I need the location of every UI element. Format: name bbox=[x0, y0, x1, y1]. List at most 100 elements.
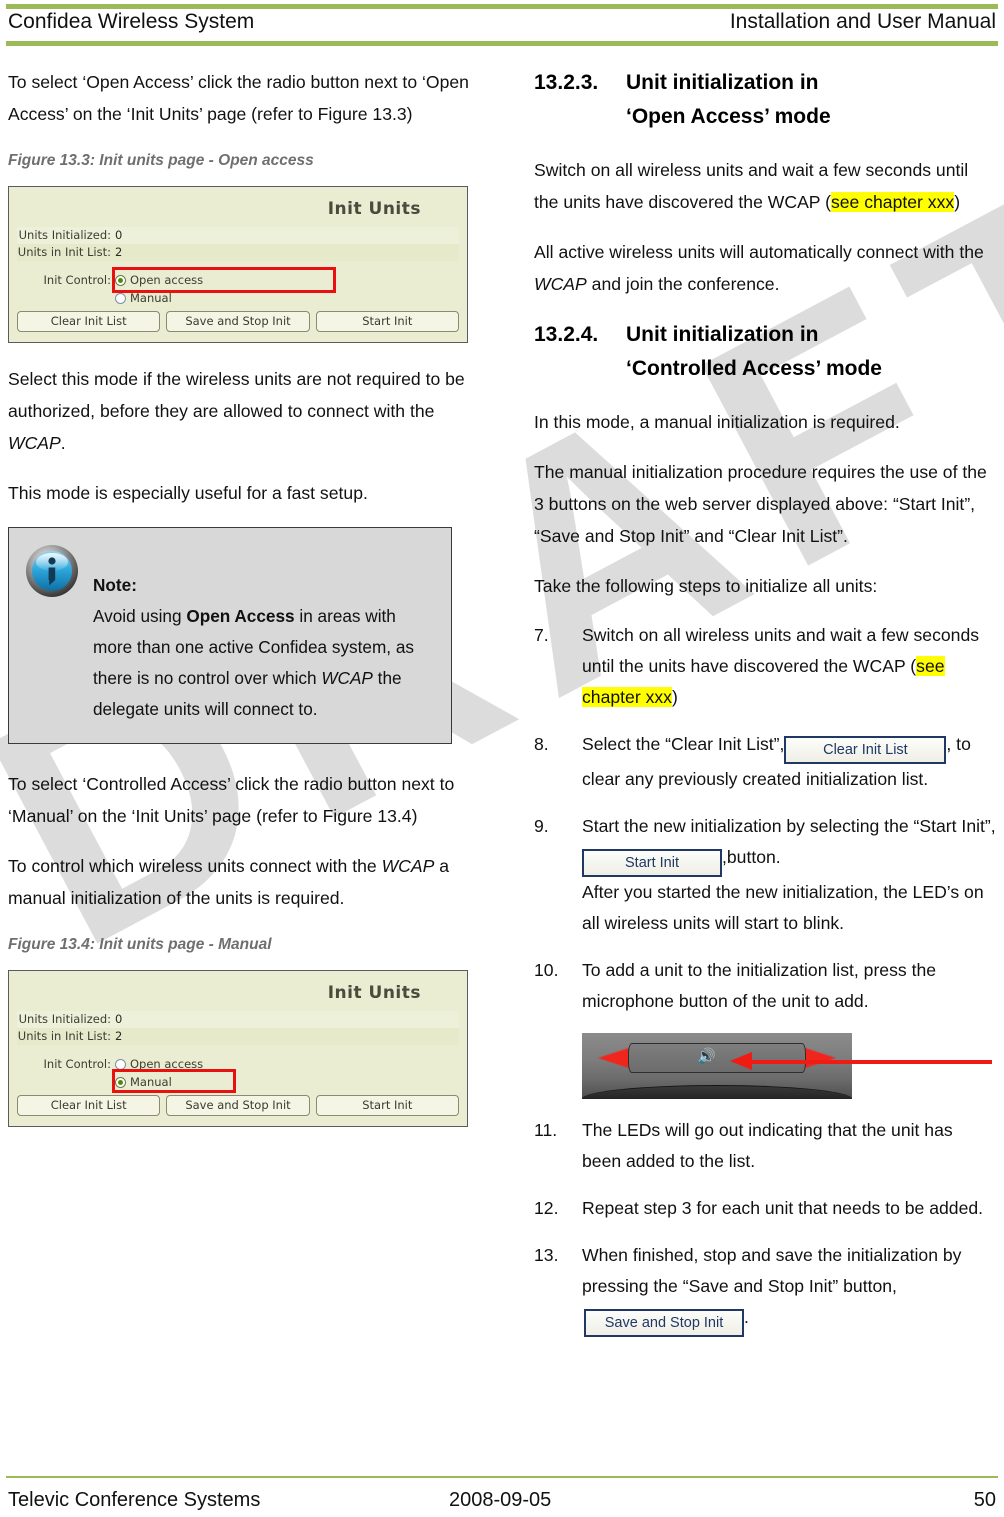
radio-manual-1[interactable]: Manual bbox=[115, 289, 459, 307]
init-control-row-1: Init Control: Open access Manual bbox=[17, 267, 459, 307]
footer-date: 2008-09-05 bbox=[449, 1489, 552, 1511]
figure-init-units-open-access: Init Units Units Initialized: 0 Units in… bbox=[8, 186, 468, 343]
microphone-button-panel bbox=[628, 1043, 806, 1073]
para-manual-procedure: The manual initialization procedure requ… bbox=[534, 462, 987, 546]
radio-button-icon-manual-2[interactable] bbox=[115, 1076, 126, 1088]
note-text-a: Avoid using bbox=[93, 606, 187, 626]
footer-company: Televic Conference Systems bbox=[8, 1489, 261, 1511]
radio-label-open-access-1: Open access bbox=[130, 273, 204, 287]
para-control-part-a: To control which wireless units connect … bbox=[8, 856, 382, 876]
radio-button-icon-manual-1[interactable] bbox=[115, 292, 126, 304]
note-text-wcap: WCAP bbox=[321, 668, 373, 688]
callout-arrow-icon bbox=[730, 1052, 992, 1070]
para-all-active-part-a: All active wireless units will automatic… bbox=[534, 242, 984, 262]
note-text: Avoid using Open Access in areas with mo… bbox=[93, 601, 435, 725]
heading-13-2-3-line2: ‘Open Access’ mode bbox=[626, 105, 831, 128]
callout-arrow-shaft bbox=[748, 1060, 992, 1064]
step-9-text-b: ,button. bbox=[722, 847, 781, 867]
heading-13-2-4-line2: ‘Controlled Access’ mode bbox=[626, 357, 882, 380]
list-item: 8. Select the “Clear Init List”, Clear In… bbox=[534, 729, 996, 795]
step-11-content: The LEDs will go out indicating that the… bbox=[582, 1120, 953, 1171]
step-7-text-b: ) bbox=[671, 687, 678, 707]
units-initialized-value-1: 0 bbox=[115, 228, 123, 242]
info-icon bbox=[25, 542, 83, 725]
inline-start-init-button[interactable]: Start Init bbox=[582, 849, 722, 877]
list-item: 12. Repeat step 3 for each unit that nee… bbox=[534, 1193, 996, 1224]
radio-open-access-1[interactable]: Open access bbox=[115, 271, 459, 289]
para-select-this-mode: Select this mode if the wireless units a… bbox=[8, 363, 478, 459]
radio-button-icon-open-access-1[interactable] bbox=[115, 274, 126, 286]
initialization-steps-list-continued: 11. The LEDs will go out indicating that… bbox=[534, 1115, 996, 1337]
para-all-active-part-b: and join the conference. bbox=[586, 274, 780, 294]
init-control-options-1: Open access Manual bbox=[112, 267, 459, 307]
para-control-which-units: To control which wireless units connect … bbox=[8, 850, 478, 914]
para-all-active-units: All active wireless units will automatic… bbox=[534, 236, 996, 300]
caption-figure-13-3: Figure 13.3: Init units page - Open acce… bbox=[8, 152, 314, 169]
note-text-open-access: Open Access bbox=[186, 606, 295, 626]
save-and-stop-init-button-2[interactable]: Save and Stop Init bbox=[166, 1095, 310, 1116]
init-units-button-row-1: Clear Init List Save and Stop Init Start… bbox=[17, 311, 459, 332]
para-all-active-wcap: WCAP bbox=[534, 274, 587, 294]
step-12-content: Repeat step 3 for each unit that needs t… bbox=[582, 1198, 984, 1218]
para-switch-on-highlight: see chapter xxx bbox=[830, 192, 955, 212]
radio-open-access-2[interactable]: Open access bbox=[115, 1055, 459, 1073]
step-8-text-a: Select the “Clear Init List”, bbox=[582, 734, 785, 754]
init-units-title-1: Init Units bbox=[327, 199, 421, 219]
heading-13-2-3-number: 13.2.3. bbox=[534, 71, 599, 94]
step-8-content: Select the “Clear Init List”, Clear Init … bbox=[582, 729, 996, 795]
units-in-init-list-value-2: 2 bbox=[115, 1029, 123, 1043]
step-13-text-a: When finished, stop and save the initial… bbox=[582, 1245, 962, 1296]
step-12-number: 12. bbox=[534, 1198, 559, 1218]
clear-init-list-button-1[interactable]: Clear Init List bbox=[17, 311, 161, 332]
start-init-button-2[interactable]: Start Init bbox=[315, 1095, 459, 1116]
header-rule-top bbox=[6, 4, 998, 9]
para-select-mode-part-a: Select this mode if the wireless units a… bbox=[8, 369, 465, 421]
right-column: 13.2.3. Unit initialization in ‘Open Acc… bbox=[534, 66, 996, 1353]
clear-init-list-button-2[interactable]: Clear Init List bbox=[17, 1095, 161, 1116]
init-units-title-2: Init Units bbox=[327, 983, 421, 1003]
para-select-mode-wcap: WCAP bbox=[8, 433, 61, 453]
heading-13-2-4-text: Unit initialization in ‘Controlled Acces… bbox=[626, 318, 996, 386]
para-switch-on-units: Switch on all wireless units and wait a … bbox=[534, 154, 996, 218]
radio-button-icon-open-access-2[interactable] bbox=[115, 1058, 126, 1070]
heading-13-2-4: 13.2.4. Unit initialization in ‘Controll… bbox=[534, 318, 996, 386]
units-initialized-label-2: Units Initialized: bbox=[18, 1012, 111, 1026]
units-in-init-list-value-1: 2 bbox=[115, 245, 123, 259]
unit-photo-body: 🔊 bbox=[582, 1033, 852, 1099]
step-9-number: 9. bbox=[534, 816, 549, 836]
list-item: 7. Switch on all wireless units and wait… bbox=[534, 620, 996, 713]
header-rule-bottom bbox=[6, 41, 998, 46]
step-9-text-a: Start the new initialization by selectin… bbox=[582, 816, 996, 836]
inline-save-and-stop-init-button[interactable]: Save and Stop Init bbox=[584, 1309, 744, 1337]
radio-label-manual-1: Manual bbox=[130, 291, 172, 305]
inline-clear-init-list-button[interactable]: Clear Init List bbox=[784, 736, 947, 764]
step-13-content: When finished, stop and save the initial… bbox=[582, 1240, 996, 1337]
para-take-following-steps: Take the following steps to initialize a… bbox=[534, 576, 878, 596]
unit-photo-rim bbox=[582, 1085, 852, 1099]
radio-label-open-access-2: Open access bbox=[130, 1057, 204, 1071]
led-indicator-right bbox=[802, 1047, 836, 1069]
para-control-wcap: WCAP bbox=[381, 856, 435, 876]
heading-13-2-3: 13.2.3. Unit initialization in ‘Open Acc… bbox=[534, 66, 996, 134]
units-in-init-list-label-1: Units in Init List: bbox=[17, 245, 111, 259]
footer-page-number: 50 bbox=[973, 1489, 996, 1511]
units-initialized-row-2: Units Initialized: 0 bbox=[17, 1011, 459, 1028]
para-controlled-access-intro: To select ‘Controlled Access’ click the … bbox=[8, 774, 455, 826]
wireless-unit-microphone-photo: 🔊 bbox=[582, 1033, 992, 1099]
save-and-stop-init-button-1[interactable]: Save and Stop Init bbox=[166, 311, 310, 332]
radio-label-manual-2: Manual bbox=[130, 1075, 172, 1089]
init-units-button-row-2: Clear Init List Save and Stop Init Start… bbox=[17, 1095, 459, 1116]
heading-13-2-3-line1: Unit initialization in bbox=[626, 71, 819, 94]
para-open-access-intro: To select ‘Open Access’ click the radio … bbox=[8, 72, 469, 124]
led-indicator-left bbox=[598, 1047, 632, 1069]
step-7-number: 7. bbox=[534, 625, 549, 645]
left-column: To select ‘Open Access’ click the radio … bbox=[8, 66, 478, 1147]
para-switch-on-part-b: ) bbox=[954, 192, 961, 212]
init-control-row-2: Init Control: Open access Manual bbox=[17, 1055, 459, 1093]
footer-rule bbox=[6, 1476, 998, 1478]
start-init-button-1[interactable]: Start Init bbox=[315, 311, 459, 332]
para-in-this-mode: In this mode, a manual initialization is… bbox=[534, 412, 900, 432]
step-11-number: 11. bbox=[534, 1120, 558, 1140]
radio-manual-2[interactable]: Manual bbox=[115, 1073, 459, 1091]
para-select-mode-part-b: . bbox=[60, 433, 66, 453]
